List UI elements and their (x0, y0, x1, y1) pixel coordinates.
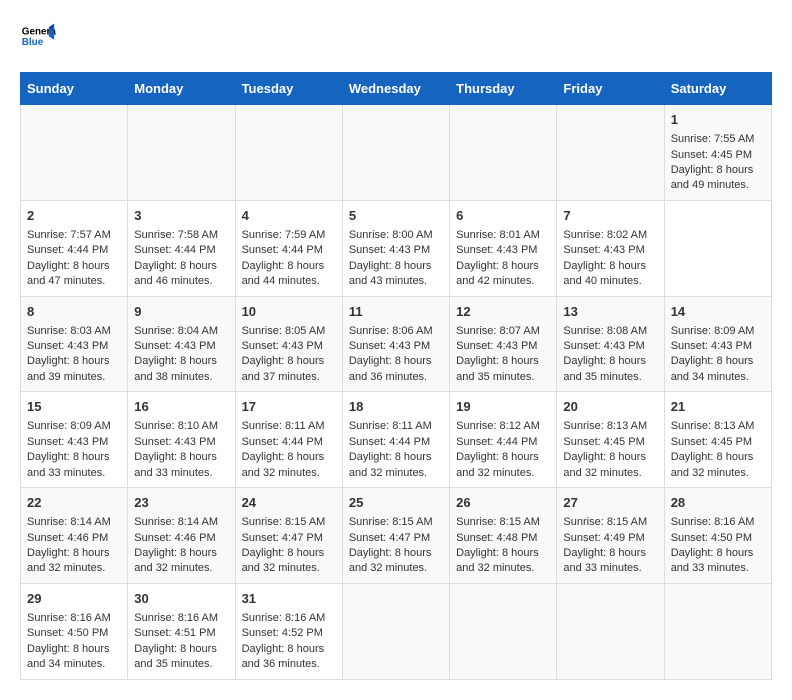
day-header-wednesday: Wednesday (342, 73, 449, 105)
day-cell-3: 3Sunrise: 7:58 AMSunset: 4:44 PMDaylight… (128, 200, 235, 296)
day-cell-27: 27Sunrise: 8:15 AMSunset: 4:49 PMDayligh… (557, 488, 664, 584)
empty-cell (557, 583, 664, 679)
empty-cell (557, 105, 664, 201)
day-cell-19: 19Sunrise: 8:12 AMSunset: 4:44 PMDayligh… (450, 392, 557, 488)
day-cell-9: 9Sunrise: 8:04 AMSunset: 4:43 PMDaylight… (128, 296, 235, 392)
day-cell-22: 22Sunrise: 8:14 AMSunset: 4:46 PMDayligh… (21, 488, 128, 584)
day-cell-11: 11Sunrise: 8:06 AMSunset: 4:43 PMDayligh… (342, 296, 449, 392)
day-cell-25: 25Sunrise: 8:15 AMSunset: 4:47 PMDayligh… (342, 488, 449, 584)
day-cell-30: 30Sunrise: 8:16 AMSunset: 4:51 PMDayligh… (128, 583, 235, 679)
day-header-sunday: Sunday (21, 73, 128, 105)
empty-cell (342, 583, 449, 679)
day-cell-7: 7Sunrise: 8:02 AMSunset: 4:43 PMDaylight… (557, 200, 664, 296)
week-row-6: 29Sunrise: 8:16 AMSunset: 4:50 PMDayligh… (21, 583, 772, 679)
day-cell-4: 4Sunrise: 7:59 AMSunset: 4:44 PMDaylight… (235, 200, 342, 296)
svg-text:Blue: Blue (22, 37, 44, 48)
week-row-3: 8Sunrise: 8:03 AMSunset: 4:43 PMDaylight… (21, 296, 772, 392)
day-cell-26: 26Sunrise: 8:15 AMSunset: 4:48 PMDayligh… (450, 488, 557, 584)
week-row-4: 15Sunrise: 8:09 AMSunset: 4:43 PMDayligh… (21, 392, 772, 488)
day-cell-14: 14Sunrise: 8:09 AMSunset: 4:43 PMDayligh… (664, 296, 771, 392)
week-row-1: 1Sunrise: 7:55 AMSunset: 4:45 PMDaylight… (21, 105, 772, 201)
header: General Blue (20, 20, 772, 56)
day-cell-2: 2Sunrise: 7:57 AMSunset: 4:44 PMDaylight… (21, 200, 128, 296)
header-row: SundayMondayTuesdayWednesdayThursdayFrid… (21, 73, 772, 105)
day-header-monday: Monday (128, 73, 235, 105)
day-cell-21: 21Sunrise: 8:13 AMSunset: 4:45 PMDayligh… (664, 392, 771, 488)
day-cell-23: 23Sunrise: 8:14 AMSunset: 4:46 PMDayligh… (128, 488, 235, 584)
day-cell-12: 12Sunrise: 8:07 AMSunset: 4:43 PMDayligh… (450, 296, 557, 392)
day-header-saturday: Saturday (664, 73, 771, 105)
logo-icon: General Blue (20, 20, 56, 56)
day-cell-28: 28Sunrise: 8:16 AMSunset: 4:50 PMDayligh… (664, 488, 771, 584)
day-cell-6: 6Sunrise: 8:01 AMSunset: 4:43 PMDaylight… (450, 200, 557, 296)
day-cell-5: 5Sunrise: 8:00 AMSunset: 4:43 PMDaylight… (342, 200, 449, 296)
empty-cell (128, 105, 235, 201)
day-header-tuesday: Tuesday (235, 73, 342, 105)
day-cell-15: 15Sunrise: 8:09 AMSunset: 4:43 PMDayligh… (21, 392, 128, 488)
empty-cell (21, 105, 128, 201)
empty-cell (450, 105, 557, 201)
empty-cell (664, 583, 771, 679)
day-header-friday: Friday (557, 73, 664, 105)
week-row-2: 2Sunrise: 7:57 AMSunset: 4:44 PMDaylight… (21, 200, 772, 296)
empty-cell (450, 583, 557, 679)
calendar-table: SundayMondayTuesdayWednesdayThursdayFrid… (20, 72, 772, 680)
day-cell-20: 20Sunrise: 8:13 AMSunset: 4:45 PMDayligh… (557, 392, 664, 488)
day-cell-24: 24Sunrise: 8:15 AMSunset: 4:47 PMDayligh… (235, 488, 342, 584)
day-cell-31: 31Sunrise: 8:16 AMSunset: 4:52 PMDayligh… (235, 583, 342, 679)
empty-cell (235, 105, 342, 201)
day-cell-8: 8Sunrise: 8:03 AMSunset: 4:43 PMDaylight… (21, 296, 128, 392)
day-cell-13: 13Sunrise: 8:08 AMSunset: 4:43 PMDayligh… (557, 296, 664, 392)
day-cell-10: 10Sunrise: 8:05 AMSunset: 4:43 PMDayligh… (235, 296, 342, 392)
empty-cell (342, 105, 449, 201)
day-cell-17: 17Sunrise: 8:11 AMSunset: 4:44 PMDayligh… (235, 392, 342, 488)
day-cell-1: 1Sunrise: 7:55 AMSunset: 4:45 PMDaylight… (664, 105, 771, 201)
day-cell-18: 18Sunrise: 8:11 AMSunset: 4:44 PMDayligh… (342, 392, 449, 488)
week-row-5: 22Sunrise: 8:14 AMSunset: 4:46 PMDayligh… (21, 488, 772, 584)
day-header-thursday: Thursday (450, 73, 557, 105)
day-cell-29: 29Sunrise: 8:16 AMSunset: 4:50 PMDayligh… (21, 583, 128, 679)
logo: General Blue (20, 20, 56, 56)
day-cell-16: 16Sunrise: 8:10 AMSunset: 4:43 PMDayligh… (128, 392, 235, 488)
